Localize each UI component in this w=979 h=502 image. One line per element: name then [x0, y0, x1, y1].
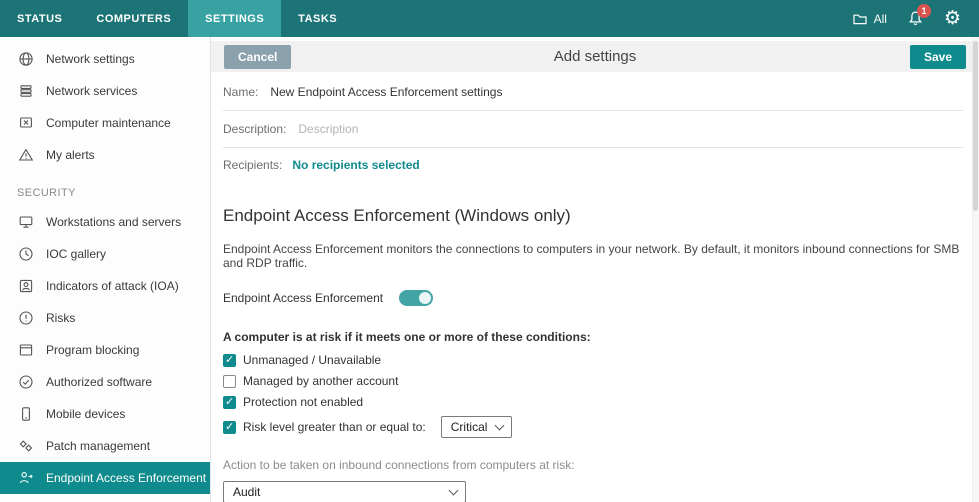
condition-label: Risk level greater than or equal to:: [243, 420, 426, 434]
name-row: Name:: [223, 74, 963, 111]
chevron-down-icon: [495, 421, 505, 431]
sidebar-item-label: Workstations and servers: [46, 215, 181, 229]
sidebar-item-label: Computer maintenance: [46, 116, 171, 130]
person-network-icon: [17, 470, 34, 486]
sidebar-item-risks[interactable]: Risks: [0, 302, 210, 334]
sidebar-item-label: IOC gallery: [46, 247, 106, 261]
cancel-button[interactable]: Cancel: [224, 45, 291, 69]
sidebar-item-label: Risks: [46, 311, 75, 325]
sidebar-item-label: Network services: [46, 84, 137, 98]
mobile-icon: [17, 406, 34, 422]
filter-scope-button[interactable]: All: [852, 11, 887, 27]
scrollbar-thumb[interactable]: [973, 41, 978, 211]
globe-icon: [17, 51, 34, 67]
sidebar-item-authorized-software[interactable]: Authorized software: [0, 366, 210, 398]
enforcement-toggle[interactable]: [399, 290, 433, 306]
notification-badge: 1: [917, 4, 931, 18]
sidebar-item-label: Program blocking: [46, 343, 139, 357]
sidebar-item-network-services[interactable]: Network services: [0, 75, 210, 107]
patches-icon: [17, 438, 34, 454]
sidebar-section-security: SECURITY: [0, 171, 210, 206]
protection-checkbox[interactable]: [223, 396, 236, 409]
sidebar-item-label: Authorized software: [46, 375, 152, 389]
topbar-right: All 1 ⚙: [852, 0, 979, 37]
sidebar-item-label: Indicators of attack (IOA): [46, 279, 179, 293]
sidebar-item-program-blocking[interactable]: Program blocking: [0, 334, 210, 366]
enforcement-toggle-row: Endpoint Access Enforcement: [223, 290, 963, 306]
managed-other-checkbox[interactable]: [223, 375, 236, 388]
toggle-knob: [419, 292, 431, 304]
tab-tasks[interactable]: TASKS: [281, 0, 354, 37]
notifications-button[interactable]: 1: [907, 10, 924, 27]
main-panel: Cancel Add settings Save Name: Descripti…: [211, 37, 979, 502]
sidebar-item-label: Patch management: [46, 439, 150, 453]
section-description: Endpoint Access Enforcement monitors the…: [223, 242, 963, 270]
window-icon: [17, 342, 34, 358]
description-row: Description:: [223, 111, 963, 148]
recipients-label: Recipients:: [223, 158, 282, 172]
condition-label: Protection not enabled: [243, 395, 363, 409]
settings-sidebar: Network settings Network services Comput…: [0, 37, 211, 502]
sidebar-item-patch-management[interactable]: Patch management: [0, 430, 210, 462]
sidebar-item-label: Endpoint Access Enforcement: [46, 471, 206, 485]
condition-unmanaged: Unmanaged / Unavailable: [223, 353, 963, 367]
services-icon: [17, 83, 34, 99]
risk-level-checkbox[interactable]: [223, 421, 236, 434]
computer-maintenance-icon: [17, 115, 34, 131]
section-title: Endpoint Access Enforcement (Windows onl…: [223, 206, 963, 226]
description-input[interactable]: [296, 121, 963, 137]
enforcement-toggle-label: Endpoint Access Enforcement: [223, 291, 383, 305]
alert-triangle-icon: [17, 147, 34, 163]
risk-icon: [17, 310, 34, 326]
recipients-row: Recipients: No recipients selected: [223, 148, 963, 182]
folder-scope-label: All: [874, 12, 887, 26]
risk-level-select[interactable]: Critical: [441, 416, 513, 438]
person-card-icon: [17, 278, 34, 294]
sidebar-item-network-settings[interactable]: Network settings: [0, 43, 210, 75]
description-label: Description:: [223, 122, 286, 136]
sidebar-item-label: Mobile devices: [46, 407, 125, 421]
action-bar: Cancel Add settings Save: [211, 41, 979, 72]
clock-icon: [17, 246, 34, 262]
settings-form: Name: Description: Recipients: No recipi…: [211, 72, 979, 502]
name-input[interactable]: [268, 84, 963, 100]
sidebar-item-mobile-devices[interactable]: Mobile devices: [0, 398, 210, 430]
condition-risk-level: Risk level greater than or equal to: Cri…: [223, 416, 963, 438]
chevron-down-icon: [449, 486, 459, 496]
condition-label: Unmanaged / Unavailable: [243, 353, 381, 367]
conditions-title: A computer is at risk if it meets one or…: [223, 330, 963, 344]
risk-level-value: Critical: [451, 420, 488, 434]
sidebar-item-computer-maintenance[interactable]: Computer maintenance: [0, 107, 210, 139]
tab-status[interactable]: STATUS: [0, 0, 79, 37]
sidebar-item-label: My alerts: [46, 148, 95, 162]
monitor-icon: [17, 214, 34, 230]
sidebar-item-endpoint-access-enforcement[interactable]: Endpoint Access Enforcement: [0, 462, 210, 494]
action-label: Action to be taken on inbound connection…: [223, 458, 963, 472]
save-button[interactable]: Save: [910, 45, 966, 69]
condition-label: Managed by another account: [243, 374, 398, 388]
page-title: Add settings: [554, 48, 637, 65]
sidebar-item-ioc-gallery[interactable]: IOC gallery: [0, 238, 210, 270]
gear-icon[interactable]: ⚙: [944, 9, 961, 28]
vertical-scrollbar[interactable]: [972, 37, 979, 502]
name-label: Name:: [223, 85, 258, 99]
sidebar-item-indicators-of-attack[interactable]: Indicators of attack (IOA): [0, 270, 210, 302]
action-value: Audit: [233, 485, 260, 499]
check-circle-icon: [17, 374, 34, 390]
folder-icon: [852, 11, 868, 27]
action-select[interactable]: Audit: [223, 481, 466, 502]
recipients-link[interactable]: No recipients selected: [292, 158, 419, 172]
sidebar-item-workstations-and-servers[interactable]: Workstations and servers: [0, 206, 210, 238]
tab-settings[interactable]: SETTINGS: [188, 0, 281, 37]
condition-protection-disabled: Protection not enabled: [223, 395, 963, 409]
top-navigation: STATUS COMPUTERS SETTINGS TASKS All 1 ⚙: [0, 0, 979, 37]
sidebar-item-label: Network settings: [46, 52, 135, 66]
condition-managed-other: Managed by another account: [223, 374, 963, 388]
tab-computers[interactable]: COMPUTERS: [79, 0, 188, 37]
sidebar-item-my-alerts[interactable]: My alerts: [0, 139, 210, 171]
unmanaged-checkbox[interactable]: [223, 354, 236, 367]
